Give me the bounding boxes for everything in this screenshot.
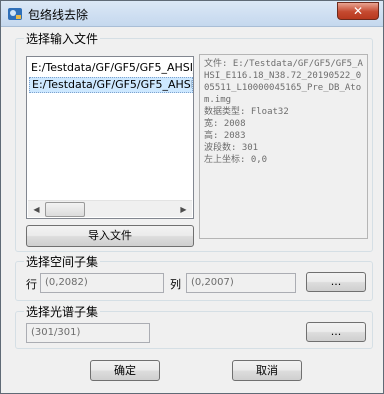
spectral-range-field[interactable]: (301/301) xyxy=(26,323,150,343)
app-icon xyxy=(8,8,22,20)
width-text: 宽: 2008 xyxy=(204,119,246,129)
dialog-body: 选择输入文件 E:/Testdata/GF/GF5/GF5_AHSI_E1 E:… xyxy=(8,28,378,388)
title-bar[interactable]: 包络线去除 ✕ xyxy=(1,1,383,27)
window-title: 包络线去除 xyxy=(28,8,89,22)
spectral-subset-group: 选择光谱子集 (301/301) ... xyxy=(15,303,373,349)
spatial-subset-group: 选择空间子集 行 (0,2082) 列 (0,2007) ... xyxy=(15,253,373,301)
scroll-right-icon[interactable]: ▶ xyxy=(175,201,192,218)
height-text: 高: 2083 xyxy=(204,131,246,141)
spectral-browse-button[interactable]: ... xyxy=(306,322,366,342)
data-type-text: 数据类型: Float32 xyxy=(204,107,289,117)
file-path-text: 文件: E:/Testdata/GF/GF5/GF5_AHSI_E116.18_… xyxy=(204,59,363,105)
ok-button[interactable]: 确定 xyxy=(90,360,160,381)
close-button[interactable]: ✕ xyxy=(337,2,379,20)
dialog-window: 包络线去除 ✕ 选择输入文件 E:/Testdata/GF/GF5/GF5_AH… xyxy=(0,0,384,394)
horizontal-scrollbar[interactable]: ◀ ▶ xyxy=(28,200,192,217)
scroll-thumb[interactable] xyxy=(45,202,85,217)
row-label: 行 xyxy=(26,278,37,291)
band-count-text: 波段数: 301 xyxy=(204,143,259,153)
scroll-left-icon[interactable]: ◀ xyxy=(28,201,45,218)
file-info-panel: 文件: E:/Testdata/GF/GF5/GF5_AHSI_E116.18_… xyxy=(199,54,368,239)
column-range-field[interactable]: (0,2007) xyxy=(186,273,296,293)
cancel-button[interactable]: 取消 xyxy=(232,360,302,381)
upper-left-coord-text: 左上坐标: 0,0 xyxy=(204,155,268,165)
file-list[interactable]: E:/Testdata/GF/GF5/GF5_AHSI_E1 E:/Testda… xyxy=(26,56,194,219)
file-list-item-selected[interactable]: E:/Testdata/GF/GF5/GF5_AHSI_E1 xyxy=(29,77,193,93)
input-file-legend: 选择输入文件 xyxy=(24,30,101,47)
row-range-field[interactable]: (0,2082) xyxy=(40,273,164,293)
column-label: 列 xyxy=(170,278,181,291)
spatial-browse-button[interactable]: ... xyxy=(306,272,366,292)
spatial-subset-legend: 选择空间子集 xyxy=(24,253,101,270)
import-file-button[interactable]: 导入文件 xyxy=(26,225,194,247)
spectral-subset-legend: 选择光谱子集 xyxy=(24,303,101,320)
file-list-item[interactable]: E:/Testdata/GF/GF5/GF5_AHSI_E1 xyxy=(29,60,193,76)
